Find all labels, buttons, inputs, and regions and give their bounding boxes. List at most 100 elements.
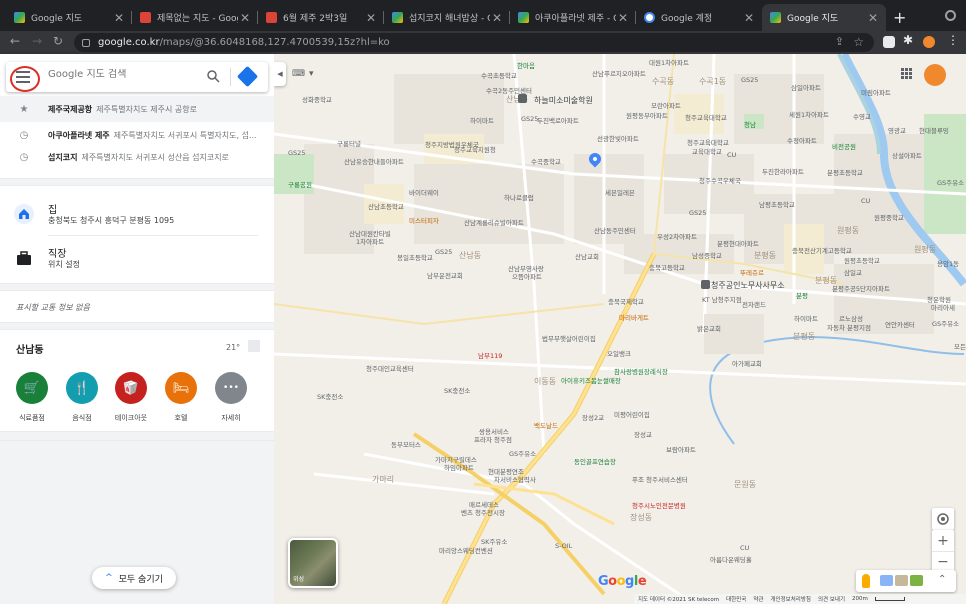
map-place-label[interactable]: 미평어린이집 xyxy=(614,409,650,419)
category-restaurant-button[interactable]: 🍴 음식점 xyxy=(62,372,102,423)
map-place-label[interactable]: 수정아파트 xyxy=(787,135,817,145)
map-place-label[interactable]: 바이더웨이 xyxy=(409,187,439,197)
map-place-label[interactable]: 분평초등학교 xyxy=(827,167,863,177)
tab-close-icon[interactable]: ✕ xyxy=(112,11,126,25)
map-place-label[interactable]: 충북고등학교 xyxy=(649,262,685,272)
map-place-label[interactable]: 장성2교 xyxy=(582,412,604,422)
pegman-street-view-icon[interactable] xyxy=(862,574,870,588)
map-place-label[interactable]: 두진백로아파트 xyxy=(537,115,579,125)
map-place-label[interactable]: 차서비스협력사 xyxy=(494,474,536,484)
map-place-label[interactable]: S-OIL xyxy=(555,542,572,550)
search-icon[interactable] xyxy=(206,69,220,83)
map-place-label[interactable]: 아름다운웨딩홀 xyxy=(710,554,752,564)
account-avatar[interactable] xyxy=(924,64,946,86)
map-place-label[interactable]: GS25 xyxy=(288,149,305,157)
map-place-label[interactable]: 두진한라아파트 xyxy=(762,166,804,176)
map-place-label[interactable]: 세븐일레븐 xyxy=(605,187,635,197)
map-place-label[interactable]: 원평중학교 xyxy=(874,212,904,222)
map-place-label[interactable]: 구룡공원 xyxy=(288,179,312,189)
hamburger-menu-button[interactable] xyxy=(10,66,40,92)
map-place-label[interactable]: SK충전소 xyxy=(444,385,470,395)
profile-avatar-icon[interactable] xyxy=(923,36,935,48)
privacy-link[interactable]: 개인정보처리방침 xyxy=(770,595,810,603)
terms-link[interactable]: 약관 xyxy=(753,595,763,603)
expand-up-icon[interactable]: ⌃ xyxy=(938,574,946,585)
map-place-label[interactable]: 산남유승한내들아파트 xyxy=(344,156,404,166)
browser-tab[interactable]: Google 지도 ✕ xyxy=(6,4,132,31)
tab-close-icon[interactable]: ✕ xyxy=(364,11,378,25)
back-arrow-icon[interactable]: ← xyxy=(10,34,20,48)
map-place-label[interactable]: 오일뱅크 xyxy=(607,348,631,358)
map-place-label[interactable]: 수곡동 xyxy=(652,76,674,87)
map-place-label[interactable]: CU xyxy=(861,197,870,205)
directions-icon[interactable] xyxy=(236,65,259,88)
category-takeout-button[interactable]: 🥡 테이크아웃 xyxy=(111,372,151,423)
kebab-menu-icon[interactable]: ⋮ xyxy=(947,33,959,47)
map-place-label[interactable]: 백도날드 xyxy=(534,420,558,430)
map-place-label[interactable]: 현대블루밍 xyxy=(919,125,949,135)
bookmark-star-icon[interactable]: ☆ xyxy=(853,35,864,49)
map-place-label[interactable]: 산남교회 xyxy=(575,251,599,261)
map-place-label[interactable]: 분평주공5단지아파트 xyxy=(832,283,890,293)
map-place-label[interactable]: 남부운전교회 xyxy=(427,270,463,280)
map-place-label[interactable]: 봉일초등학교 xyxy=(397,252,433,262)
map-place-label[interactable]: 수영교 xyxy=(853,111,871,121)
browser-tab-active[interactable]: Google 지도 ✕ xyxy=(762,4,886,31)
map-place-label[interactable]: 벤츠 청주전시장 xyxy=(461,507,505,517)
map-place-label[interactable]: 분평동 xyxy=(793,331,815,342)
map-place-label[interactable]: CU xyxy=(740,544,749,552)
map-place-label[interactable]: 청주수곡우체국 xyxy=(699,175,741,185)
hide-all-button[interactable]: ^ 모두 숨기기 xyxy=(92,567,176,589)
layer-biking-tile[interactable] xyxy=(910,575,923,586)
map-place-label[interactable]: 모든 xyxy=(954,341,966,351)
browser-tab[interactable]: 섭지코지 해녀밥상 - Goo ✕ xyxy=(384,4,510,31)
map-place-label[interactable]: 산남푸르지오아파트 xyxy=(592,68,646,78)
browser-tab[interactable]: 6월 제주 2박3일 ✕ xyxy=(258,4,384,31)
map-place-label[interactable]: 청주시노인전문병원 xyxy=(632,500,686,510)
map-place-label[interactable]: 선광한빛아파트 xyxy=(597,133,639,143)
map-place-label[interactable]: 남성중학교 xyxy=(692,250,722,260)
map-place-label[interactable]: GS25 xyxy=(689,209,706,217)
map-place-label[interactable]: 하나로클럽 xyxy=(504,192,534,202)
browser-tab[interactable]: 아쿠아플라넷 제주 - Goo ✕ xyxy=(510,4,636,31)
tab-close-icon[interactable]: ✕ xyxy=(866,11,880,25)
recent-search-item[interactable]: ◷ 섭지코지 제주특별자치도 서귀포시 성산읍 섭지코지로 xyxy=(0,144,274,170)
map-place-label[interactable]: KT 남청주지점 xyxy=(702,294,742,304)
map-place-label[interactable]: 충북전산기계고등학교 xyxy=(792,245,852,255)
tab-close-icon[interactable]: ✕ xyxy=(742,11,756,25)
map-place-label[interactable]: GS25 xyxy=(521,115,538,123)
share-icon[interactable]: ⇪ xyxy=(835,35,844,48)
map-place-label[interactable]: 아가페교회 xyxy=(732,358,762,368)
map-place-label[interactable]: 밝은교회 xyxy=(697,323,721,333)
satellite-layer-toggle[interactable]: 위성 xyxy=(288,538,338,588)
layer-transit-tile[interactable] xyxy=(895,575,908,586)
map-place-label[interactable]: 문원동 xyxy=(734,479,756,490)
map-place-label[interactable]: 아이휴키즈봄눈썰매장 xyxy=(561,375,621,385)
map-place-label[interactable]: 뚜레쥬르 xyxy=(740,267,764,277)
map-place-label[interactable]: CU xyxy=(727,151,736,159)
map-place-label[interactable]: 마리아새 xyxy=(931,302,955,312)
my-location-button[interactable] xyxy=(932,508,954,530)
map-place-label[interactable]: 상설아파트 xyxy=(892,150,922,160)
map-place-label[interactable]: 장성교 xyxy=(634,429,652,439)
map-place-label[interactable]: 전자랜드 xyxy=(742,299,766,309)
forward-arrow-icon[interactable]: → xyxy=(32,34,42,48)
country-link[interactable]: 대한민국 xyxy=(726,595,746,603)
recent-search-item[interactable]: ★ 제주국제공항 제주특별자치도 제주시 공항로 xyxy=(0,96,274,122)
scale-label[interactable]: 200m xyxy=(852,596,868,602)
saved-place-home[interactable]: 집 충청북도 청주시 흥덕구 분평동 1095 xyxy=(0,194,274,234)
map-place-label[interactable]: 법무부햇살어린이집 xyxy=(542,333,596,343)
category-more-button[interactable]: ••• 자세히 xyxy=(211,372,251,423)
map-place-label[interactable]: 수곡중학교 xyxy=(531,156,561,166)
map-place-label[interactable]: 마리앙스웨딩컨벤션 xyxy=(439,545,493,555)
map-place-label[interactable]: 삼일교 xyxy=(844,267,862,277)
map-place-label[interactable]: 청주공인노무사사무소 xyxy=(711,280,785,291)
map-place-label[interactable]: 미스터피자 xyxy=(409,215,439,225)
map-place-label[interactable]: 세원1차아파트 xyxy=(789,109,829,119)
puzzle-extensions-icon[interactable]: ✱ xyxy=(903,33,913,47)
map-place-label[interactable]: 참사랑병원장례식장 xyxy=(614,366,668,376)
map-place-label[interactable]: 구룡터널 xyxy=(337,138,361,148)
address-bar[interactable]: google.co.kr/maps/@36.6048168,127.470053… xyxy=(74,33,874,52)
map-place-label[interactable]: 모란아파트 xyxy=(651,100,681,110)
map-place-label[interactable]: 푸조 청주서비스센터 xyxy=(632,474,688,484)
